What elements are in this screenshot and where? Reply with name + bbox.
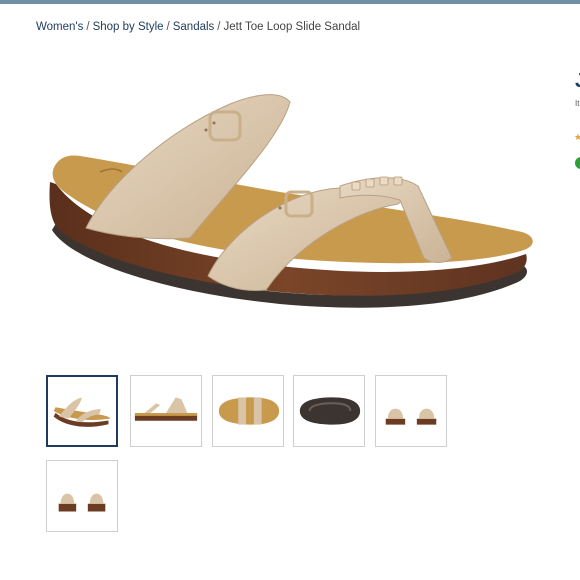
- thumbnail-image: [385, 408, 437, 425]
- main-product-image[interactable]: [40, 60, 540, 340]
- in-stock-indicator-icon: [575, 157, 580, 169]
- thumbnail-image: [299, 397, 361, 425]
- breadcrumb-separator: /: [86, 21, 90, 33]
- breadcrumb-separator: /: [166, 21, 170, 33]
- breadcrumb-separator: /: [217, 21, 221, 33]
- thumbnail-image: [53, 397, 111, 427]
- sandal-illustration: [49, 94, 533, 308]
- thumbnail-outsole-bottom[interactable]: [293, 375, 365, 447]
- product-subtitle-partial: It: [575, 99, 580, 108]
- top-accent-bar: [0, 0, 580, 4]
- thumbnail-image: [218, 397, 280, 425]
- thumbnail-top-down[interactable]: [212, 375, 284, 447]
- breadcrumb-link-shop-by-style[interactable]: Shop by Style: [93, 21, 164, 33]
- product-title-partial: J: [575, 70, 580, 93]
- thumbnail-angled-side[interactable]: [46, 375, 118, 447]
- thumbnail-image: [134, 397, 198, 421]
- breadcrumb-link-sandals[interactable]: Sandals: [173, 21, 215, 33]
- thumbnail-image: [58, 493, 106, 512]
- breadcrumb-current: Jett Toe Loop Slide Sandal: [223, 21, 361, 33]
- thumbnail-front-pair[interactable]: [375, 375, 447, 447]
- thumbnail-side-profile[interactable]: [130, 375, 202, 447]
- rating-star-icon: ★: [574, 132, 580, 142]
- breadcrumb-link-womens[interactable]: Women's: [36, 21, 83, 33]
- breadcrumb: Women's / Shop by Style / Sandals / Jett Toe L…: [36, 21, 360, 33]
- thumbnail-back-pair[interactable]: [46, 460, 118, 532]
